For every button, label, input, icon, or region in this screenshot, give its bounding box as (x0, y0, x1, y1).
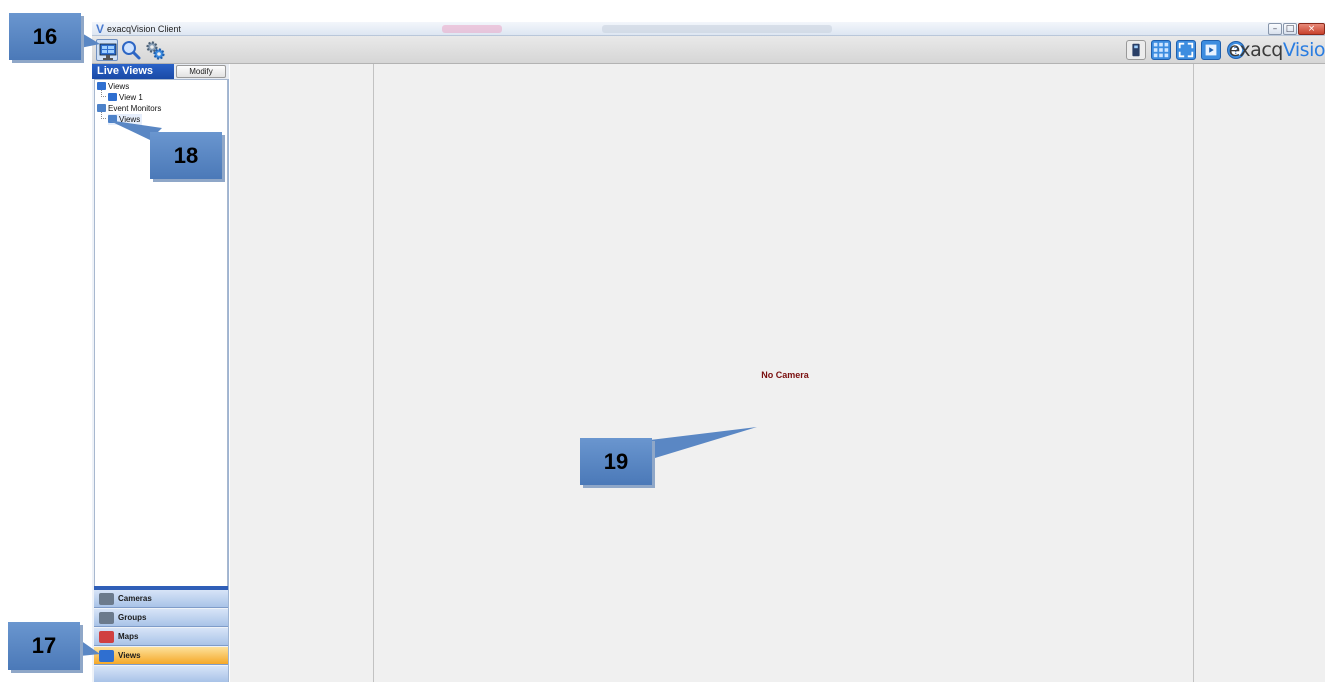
nav-footer (94, 666, 228, 682)
nav-label: Views (118, 651, 141, 660)
tree-item-view-1[interactable]: View 1 (108, 92, 143, 103)
nav-maps[interactable]: Maps (94, 628, 228, 646)
logo-suffix: Visio (1282, 39, 1325, 61)
callout-19: 19 (580, 438, 652, 485)
tree-item-label: Event Monitors (108, 104, 162, 113)
app-logo-icon: V (96, 22, 105, 36)
modify-button[interactable]: Modify (176, 65, 226, 78)
callout-17: 17 (8, 622, 80, 670)
tree-item-label: View 1 (119, 93, 143, 102)
tree-item-label: Views (119, 115, 141, 124)
view-divider-right (1193, 64, 1194, 682)
search-icon[interactable] (120, 39, 142, 61)
maximize-icon[interactable]: □ (1283, 23, 1297, 35)
nav-label: Cameras (118, 594, 152, 603)
main-toolbar: ? exacqVisio (92, 36, 1325, 64)
device-icon[interactable] (1126, 40, 1146, 60)
view-divider-left (373, 64, 374, 682)
playback-icon[interactable] (1201, 40, 1221, 60)
nav-label: Maps (118, 632, 139, 641)
logo-prefix: exacq (1228, 39, 1284, 61)
fullscreen-icon[interactable] (1176, 40, 1196, 60)
tree-item-label: Views (108, 82, 130, 91)
event-monitor-icon (97, 104, 106, 112)
minimize-icon[interactable]: – (1268, 23, 1282, 35)
callout-18: 18 (150, 132, 222, 179)
group-icon (99, 612, 114, 624)
nav-groups[interactable]: Groups (94, 609, 228, 627)
tree-item-event-monitors[interactable]: Event Monitors (97, 103, 161, 114)
tree-item-event-views[interactable]: Views (108, 114, 143, 125)
setup-icon[interactable] (144, 39, 166, 61)
live-view-icon[interactable] (96, 39, 118, 61)
callout-16: 16 (9, 13, 81, 60)
view-icon (108, 93, 117, 101)
tree-connector (101, 90, 106, 97)
panel-title: Live Views (92, 64, 174, 79)
camera-icon (99, 593, 114, 605)
views-icon (99, 650, 114, 662)
close-icon[interactable]: × (1298, 23, 1325, 35)
nav-views[interactable]: Views (94, 647, 228, 665)
event-monitor-icon (108, 115, 117, 123)
brand-logo: exacqVisio (1229, 39, 1325, 61)
nav-cameras[interactable]: Cameras (94, 590, 228, 608)
map-icon (99, 631, 114, 643)
nav-label: Groups (118, 613, 147, 622)
grid-layout-icon[interactable] (1151, 40, 1171, 60)
blurred-taskbar-item (442, 25, 502, 33)
no-camera-label: No Camera (761, 370, 809, 380)
tree-connector (101, 112, 106, 119)
window-title: exacqVision Client (107, 24, 181, 34)
panel-header: Live Views Modify (92, 64, 229, 79)
views-icon (97, 82, 106, 90)
blurred-window-caption (602, 25, 832, 33)
window-titlebar: V exacqVision Client – □ × (92, 22, 1325, 36)
